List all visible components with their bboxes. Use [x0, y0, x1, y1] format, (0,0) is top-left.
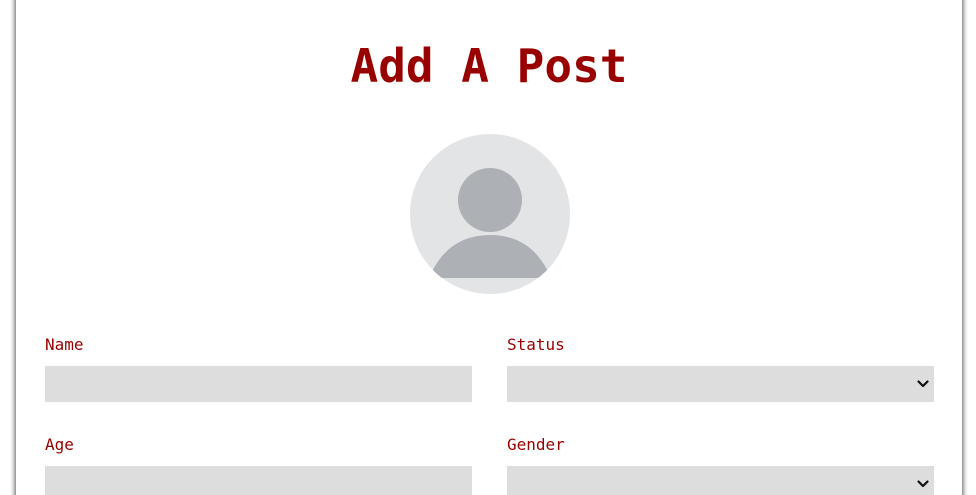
name-label: Name	[45, 335, 84, 354]
age-field[interactable]	[45, 466, 472, 495]
chevron-down-icon	[917, 480, 929, 488]
page-title: Add A Post	[350, 39, 628, 93]
status-select[interactable]	[507, 366, 934, 402]
chevron-down-icon	[917, 380, 929, 388]
user-avatar-icon	[429, 168, 551, 278]
name-field[interactable]	[45, 366, 472, 402]
gender-label: Gender	[507, 435, 565, 454]
age-label: Age	[45, 435, 74, 454]
form-card: Add A Post Name Status Age Gender	[16, 0, 962, 495]
avatar[interactable]	[410, 134, 570, 294]
status-label: Status	[507, 335, 565, 354]
gender-select[interactable]	[507, 466, 934, 495]
